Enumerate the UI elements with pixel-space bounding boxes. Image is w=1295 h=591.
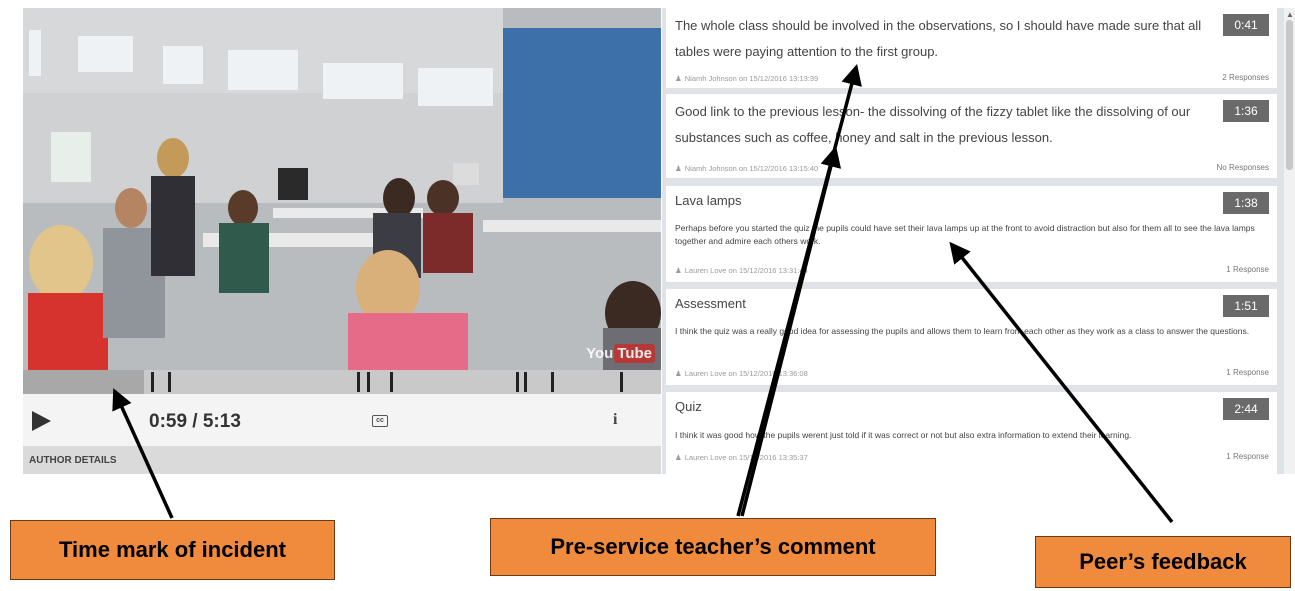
comment-author-meta: ♟ Niamh Johnson on 15/12/2016 13:15:40: [675, 164, 819, 173]
comment-responses-link[interactable]: No Responses: [1217, 163, 1269, 172]
comments-scrollbar[interactable]: ▲: [1284, 8, 1295, 474]
user-icon: ♟: [675, 453, 682, 462]
comment-text: Good link to the previous lesson- the di…: [675, 104, 1191, 145]
callout-peer-feedback: Peer’s feedback: [1035, 536, 1291, 588]
user-icon: ♟: [675, 266, 682, 275]
comment-item[interactable]: Lava lamps 1:38 Perhaps before you start…: [666, 186, 1277, 282]
author-details-label: AUTHOR DETAILS: [29, 455, 117, 466]
comments-list: The whole class should be involved in th…: [662, 8, 1284, 474]
user-icon: ♟: [675, 74, 682, 83]
comment-item[interactable]: Assessment 1:51 I think the quiz was a r…: [666, 289, 1277, 385]
comment-text: I think it was good how the pupils weren…: [675, 430, 1132, 440]
youtube-watermark: You Tube: [586, 344, 655, 363]
timeline-played-progress: [23, 370, 145, 394]
incident-marker[interactable]: [550, 372, 554, 392]
incident-marker[interactable]: [357, 372, 361, 392]
user-icon: ♟: [675, 164, 682, 173]
comment-timestamp-button[interactable]: 1:51: [1223, 295, 1269, 317]
author-details-bar[interactable]: AUTHOR DETAILS: [23, 446, 661, 474]
incident-marker[interactable]: [516, 372, 520, 392]
comment-responses-link[interactable]: 2 Responses: [1222, 73, 1269, 82]
comment-timestamp-button[interactable]: 2:44: [1223, 398, 1269, 420]
comment-author-meta: ♟ Lauren Love on 15/12/2016 13:31:44: [675, 266, 808, 275]
video-controls: 0:59 / 5:13 cc i: [23, 394, 661, 446]
user-icon: ♟: [675, 369, 682, 378]
comment-timestamp-button[interactable]: 1:38: [1223, 192, 1269, 214]
classroom-video-still: [23, 8, 661, 370]
incident-marker[interactable]: [367, 372, 371, 392]
comment-item[interactable]: Quiz 2:44 I think it was good how the pu…: [666, 392, 1277, 474]
video-player: You Tube 0:59 / 5:13 cc i AUTHOR DETAILS: [23, 8, 661, 474]
incident-marker[interactable]: [167, 372, 171, 392]
comment-text: I think the quiz was a really good idea …: [675, 326, 1250, 336]
comment-author-meta: ♟ Lauren Love on 15/12/2016 13:35:37: [675, 453, 808, 462]
video-frame[interactable]: You Tube: [23, 8, 661, 370]
play-icon[interactable]: [29, 409, 53, 433]
info-icon[interactable]: i: [613, 411, 617, 429]
video-timeline[interactable]: [23, 370, 661, 394]
comment-title: Lava lamps: [675, 193, 742, 208]
scroll-up-icon[interactable]: ▲: [1286, 10, 1294, 19]
scrollbar-thumb[interactable]: [1286, 20, 1293, 170]
comment-text: The whole class should be involved in th…: [675, 18, 1202, 59]
comment-item[interactable]: The whole class should be involved in th…: [666, 8, 1277, 88]
incident-marker[interactable]: [389, 372, 393, 392]
callout-time-mark: Time mark of incident: [10, 520, 335, 580]
closed-captions-button[interactable]: cc: [372, 415, 388, 427]
comment-item[interactable]: Good link to the previous lesson- the di…: [666, 94, 1277, 178]
incident-marker[interactable]: [524, 372, 528, 392]
incident-marker[interactable]: [620, 372, 624, 392]
comment-responses-link[interactable]: 1 Response: [1226, 452, 1269, 461]
comment-author-meta: ♟ Niamh Johnson on 15/12/2016 13:13:39: [675, 74, 819, 83]
comment-text: Perhaps before you started the quiz the …: [675, 223, 1255, 246]
comment-responses-link[interactable]: 1 Response: [1226, 368, 1269, 377]
comment-timestamp-button[interactable]: 0:41: [1223, 14, 1269, 36]
comment-title: Quiz: [675, 399, 702, 414]
time-display: 0:59 / 5:13: [149, 411, 241, 432]
comment-author-meta: ♟ Lauren Love on 15/12/2016 13:36:08: [675, 369, 808, 378]
comment-title: Assessment: [675, 296, 746, 311]
comment-timestamp-button[interactable]: 1:36: [1223, 100, 1269, 122]
callout-teacher-comment: Pre-service teacher’s comment: [490, 518, 936, 576]
comment-responses-link[interactable]: 1 Response: [1226, 265, 1269, 274]
incident-marker[interactable]: [151, 372, 155, 392]
